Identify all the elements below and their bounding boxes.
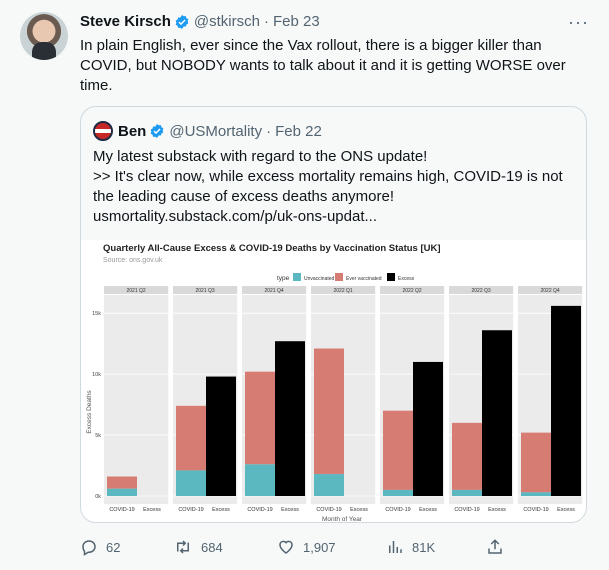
verified-badge-icon [151, 124, 164, 138]
facet-label: 2021 Q3 [196, 288, 215, 294]
x-tick-label: Excess [557, 507, 575, 513]
retweet-button[interactable]: 684 [173, 538, 223, 556]
bar-unvaccinated [521, 492, 551, 496]
x-axis-label: Month of Year [322, 516, 363, 523]
bar-unvaccinated [452, 489, 482, 496]
tweet-header: Steve Kirsch @stkirsch · Feb 23 [80, 13, 320, 30]
bar-ever-vaccinated [245, 371, 275, 465]
reply-icon [82, 540, 96, 556]
like-count: 1,907 [303, 539, 336, 555]
facet-label: 2021 Q4 [265, 288, 284, 294]
bar-excess [551, 305, 581, 496]
panel-background [104, 295, 169, 504]
separator-dot: · [263, 13, 269, 30]
y-axis: 0k 5k 10k 15k [92, 311, 101, 500]
action-bar: 62 684 1,907 81K [80, 538, 510, 558]
quote-author-name[interactable]: Ben [118, 123, 146, 140]
tweet-date[interactable]: Feb 23 [273, 13, 320, 30]
verified-badge-icon [175, 14, 189, 29]
legend-item: Unvaccinated [304, 276, 335, 282]
views-count: 81K [412, 539, 436, 555]
quote-link[interactable]: usmortality.substack.com/p/uk-ons-updat.… [93, 207, 563, 227]
quote-header: Ben @USMortality · Feb 22 [93, 121, 322, 141]
legend-swatch [387, 273, 395, 281]
bar-excess [206, 376, 236, 496]
y-tick-label: 10k [92, 372, 101, 378]
x-tick-label: Excess [419, 507, 437, 513]
x-tick-label: Excess [281, 507, 299, 513]
share-button[interactable] [486, 538, 512, 556]
x-tick-label: COVID-19 [385, 507, 410, 513]
quote-date[interactable]: Feb 22 [275, 123, 322, 140]
facet-label: 2022 Q2 [403, 288, 422, 294]
author-avatar[interactable] [20, 12, 68, 60]
reply-button[interactable]: 62 [80, 538, 120, 556]
retweet-icon [177, 540, 189, 554]
author-handle[interactable]: @stkirsch [194, 13, 260, 30]
share-icon [488, 539, 502, 554]
legend-title: type [277, 275, 290, 282]
chart-image[interactable]: Quarterly All-Cause Excess & COVID-19 De… [81, 240, 586, 523]
x-tick-label: Excess [143, 507, 161, 513]
y-axis-label: Excess Deaths [86, 390, 93, 434]
quote-author-handle[interactable]: @USMortality [169, 123, 262, 140]
quote-text: My latest substack with regard to the ON… [93, 147, 563, 227]
y-tick-label: 15k [92, 311, 101, 317]
bar-unvaccinated [383, 489, 413, 496]
x-tick-label: COVID-19 [109, 507, 134, 513]
bar-ever-vaccinated [107, 476, 137, 489]
x-tick-label: COVID-19 [454, 507, 479, 513]
quoted-tweet[interactable]: Ben @USMortality · Feb 22 My latest subs… [80, 106, 587, 523]
facet-label: 2022 Q3 [472, 288, 491, 294]
x-tick-label: Excess [212, 507, 230, 513]
views-chart-icon [389, 541, 402, 553]
x-tick-label: COVID-19 [178, 507, 203, 513]
chart-title: Quarterly All-Cause Excess & COVID-19 De… [103, 243, 441, 254]
legend-swatch [293, 273, 301, 281]
separator-dot: · [266, 122, 272, 140]
bar-unvaccinated [107, 488, 137, 496]
legend-swatch [335, 273, 343, 281]
x-tick-label: Excess [350, 507, 368, 513]
bar-ever-vaccinated [383, 410, 413, 490]
quote-author-avatar[interactable] [93, 121, 113, 141]
chart-panels: 2021 Q2 COVID-19 Excess 2021 Q3 COVID-19 Exce… [104, 286, 583, 513]
facet-label: 2022 Q4 [541, 288, 560, 294]
x-tick-label: Excess [488, 507, 506, 513]
bar-unvaccinated [176, 470, 206, 496]
bar-excess [482, 330, 512, 496]
bar-ever-vaccinated [314, 348, 344, 475]
y-tick-label: 0k [95, 494, 101, 500]
bar-ever-vaccinated [176, 405, 206, 471]
bar-ever-vaccinated [452, 422, 482, 490]
x-tick-label: COVID-19 [247, 507, 272, 513]
reply-count: 62 [106, 539, 121, 555]
excess-deaths-chart: Quarterly All-Cause Excess & COVID-19 De… [86, 243, 583, 523]
facet-label: 2021 Q2 [127, 288, 146, 294]
legend-item: Excess [398, 276, 415, 282]
legend-item: Ever vaccinated [346, 276, 382, 282]
like-button[interactable]: 1,907 [277, 538, 336, 556]
bar-excess [275, 341, 305, 496]
facet-label: 2022 Q1 [334, 288, 353, 294]
tweet[interactable]: Steve Kirsch @stkirsch · Feb 23 ··· In p… [0, 0, 609, 570]
tweet-text: In plain English, ever since the Vax rol… [80, 37, 566, 94]
bar-excess [413, 361, 443, 496]
x-tick-label: COVID-19 [523, 507, 548, 513]
quote-text-line: My latest substack with regard to the ON… [93, 148, 428, 165]
retweet-count: 684 [201, 539, 223, 555]
heart-icon [279, 540, 293, 554]
chart-subtitle: Source: ons.gov.uk [103, 257, 163, 264]
views-button[interactable]: 81K [386, 538, 435, 556]
author-name[interactable]: Steve Kirsch [80, 13, 171, 30]
quote-text-line: >> It's clear now, while excess mortalit… [93, 168, 563, 205]
chart-legend: type Unvaccinated Ever vaccinated Excess [277, 273, 415, 282]
bar-unvaccinated [314, 474, 344, 496]
bar-unvaccinated [245, 464, 275, 496]
x-tick-label: COVID-19 [316, 507, 341, 513]
y-tick-label: 5k [95, 433, 101, 439]
bar-ever-vaccinated [521, 432, 551, 493]
more-options-icon[interactable]: ··· [568, 12, 589, 33]
